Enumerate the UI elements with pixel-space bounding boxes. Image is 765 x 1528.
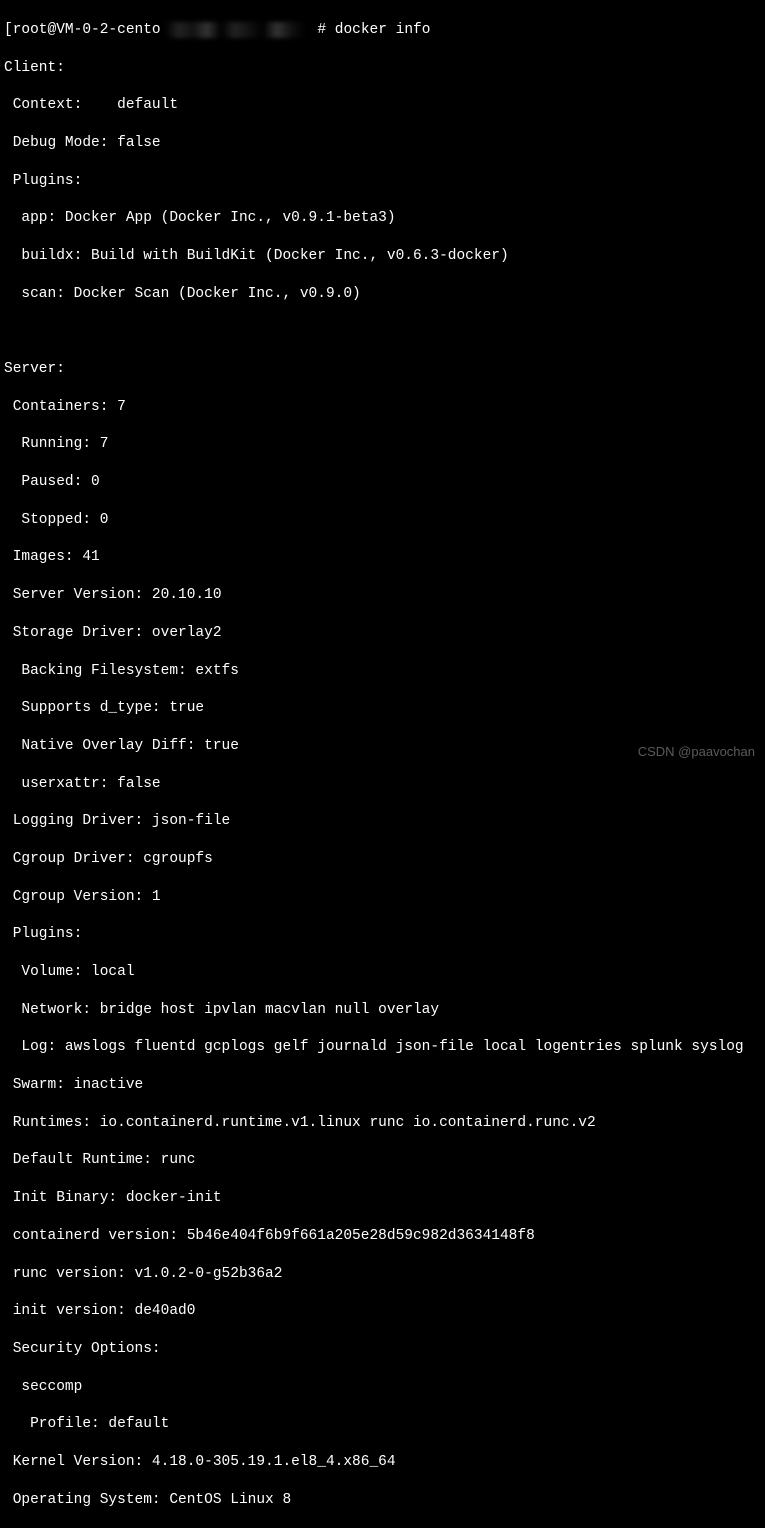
output-line: Kernel Version: 4.18.0-305.19.1.el8_4.x8…: [4, 1453, 761, 1472]
output-line: Logging Driver: json-file: [4, 812, 761, 831]
watermark-text: CSDN @paavochan: [638, 744, 755, 761]
output-line: Log: awslogs fluentd gcplogs gelf journa…: [4, 1038, 761, 1057]
output-line: Profile: default: [4, 1415, 761, 1434]
output-line: Debug Mode: false: [4, 134, 761, 153]
output-line: Context: default: [4, 96, 761, 115]
output-line: Server Version: 20.10.10: [4, 586, 761, 605]
output-line: buildx: Build with BuildKit (Docker Inc.…: [4, 247, 761, 266]
output-line: runc version: v1.0.2-0-g52b36a2: [4, 1265, 761, 1284]
output-line: Security Options:: [4, 1340, 761, 1359]
output-line: Operating System: CentOS Linux 8: [4, 1491, 761, 1510]
output-line: containerd version: 5b46e404f6b9f661a205…: [4, 1227, 761, 1246]
output-line: Storage Driver: overlay2: [4, 624, 761, 643]
output-line: Stopped: 0: [4, 511, 761, 530]
output-line: Backing Filesystem: extfs: [4, 662, 761, 681]
output-line: Client:: [4, 59, 761, 78]
output-line: Images: 41: [4, 548, 761, 567]
output-line: init version: de40ad0: [4, 1302, 761, 1321]
output-line: scan: Docker Scan (Docker Inc., v0.9.0): [4, 285, 761, 304]
terminal-output: [root@VM-0-2-cento # docker info Client:…: [4, 2, 761, 1528]
output-line: app: Docker App (Docker Inc., v0.9.1-bet…: [4, 209, 761, 228]
output-line: Plugins:: [4, 925, 761, 944]
shell-command: # docker info: [309, 21, 431, 40]
output-line: Runtimes: io.containerd.runtime.v1.linux…: [4, 1114, 761, 1133]
redacted-hostname: [165, 22, 305, 38]
output-line: Init Binary: docker-init: [4, 1189, 761, 1208]
output-line: Network: bridge host ipvlan macvlan null…: [4, 1001, 761, 1020]
output-line: Server:: [4, 360, 761, 379]
output-line: Plugins:: [4, 172, 761, 191]
output-line: Default Runtime: runc: [4, 1151, 761, 1170]
output-line: userxattr: false: [4, 775, 761, 794]
output-line: [4, 322, 761, 341]
output-line: Cgroup Version: 1: [4, 888, 761, 907]
output-line: Volume: local: [4, 963, 761, 982]
output-line: Supports d_type: true: [4, 699, 761, 718]
output-line: Swarm: inactive: [4, 1076, 761, 1095]
shell-prompt-prefix: [root@VM-0-2-cento: [4, 21, 161, 40]
output-line: Paused: 0: [4, 473, 761, 492]
output-line: seccomp: [4, 1378, 761, 1397]
shell-prompt-line: [root@VM-0-2-cento # docker info: [4, 21, 761, 40]
output-line: Cgroup Driver: cgroupfs: [4, 850, 761, 869]
output-line: Containers: 7: [4, 398, 761, 417]
output-line: Running: 7: [4, 435, 761, 454]
